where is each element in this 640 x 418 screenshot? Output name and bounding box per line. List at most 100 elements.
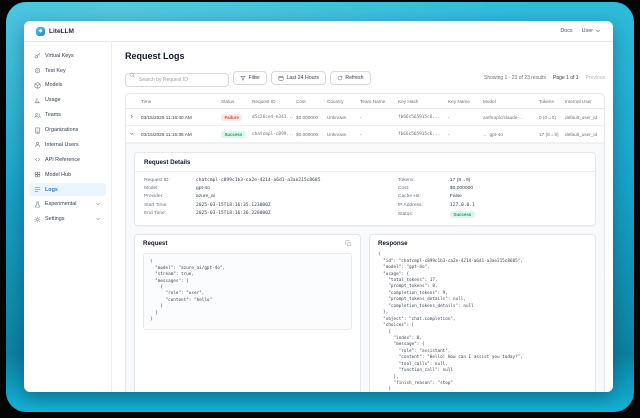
cube-icon [34, 82, 41, 89]
cell-model: gpt-4o [490, 132, 503, 137]
cell-internal-user: default_user_id [562, 109, 604, 126]
response-json-box: { "id": "chatcmpl-c899c1b3-ca2e-4214-a6d… [378, 251, 587, 392]
filter-button[interactable]: Filter [233, 71, 267, 85]
copy-icon[interactable] [345, 240, 352, 247]
previous-page-button[interactable]: Previous [586, 75, 605, 81]
detail-ip-address: 127.0.0.1 [450, 203, 475, 208]
detail-cache-hit: False [450, 194, 462, 199]
sidebar-item-label: Experimental [45, 201, 76, 207]
building-icon [34, 127, 41, 134]
detail-start-time: 2025-03-15T18:16:35.123000Z [196, 203, 271, 208]
refresh-button-label: Refresh [345, 75, 363, 81]
refresh-icon [337, 75, 343, 81]
chevron-down-icon[interactable] [129, 131, 135, 137]
sidebar-item-models[interactable]: Models [29, 79, 106, 92]
response-panel: Response { "id": "chatcmpl-c899c1b3-ca2e… [369, 234, 596, 392]
detail-end-time: 2025-03-15T18:16:36.228000Z [196, 211, 271, 216]
code-icon [34, 156, 41, 163]
cell-key-hash: fb66c565915c6... [395, 109, 445, 126]
logs-table-card: Time Status Request ID Cost Country Team… [125, 93, 605, 392]
request-json: { "model": "azure_ai/gpt-4o", "stream": … [150, 259, 345, 323]
target-icon [34, 67, 41, 74]
grid-icon [34, 171, 41, 178]
request-panel-title: Request [143, 240, 167, 247]
col-team-name: Team Name [357, 94, 395, 109]
detail-label: IP Address: [398, 203, 450, 208]
detail-tokens: 17 (8→9) [450, 178, 470, 183]
detail-label: Cost: [398, 186, 450, 191]
sidebar-item-experimental[interactable]: Experimental [29, 198, 106, 211]
sidebar-item-model-hub[interactable]: Model Hub [29, 168, 106, 181]
detail-model: gpt-4o [196, 186, 210, 191]
col-cost: Cost [293, 94, 324, 109]
sidebar-item-test-key[interactable]: Test Key [29, 64, 106, 77]
user-menu-label: User [582, 28, 593, 34]
detail-label: Request ID: [144, 178, 196, 183]
sidebar-item-organizations[interactable]: Organizations [29, 123, 106, 136]
controls-row: Filter Last 24 Hours Refresh Showing 1 -… [125, 68, 605, 87]
detail-cost: $0.000000 [450, 186, 473, 191]
table-row[interactable]: 03/15/2025 11:16:40 AM Failure d5c26ce4-… [126, 109, 604, 126]
expanded-row-details: Request Details Request ID:chatcmpl-c899… [126, 143, 604, 392]
sidebar-item-label: Logs [45, 187, 58, 193]
request-details-title: Request Details [135, 153, 595, 172]
search-icon [129, 72, 135, 78]
cell-tokens: 17 (8→9) [536, 126, 562, 143]
docs-link[interactable]: Docs [560, 28, 572, 34]
sidebar-item-teams[interactable]: Teams [29, 109, 106, 122]
logs-list-icon [34, 186, 41, 193]
chevron-right-icon[interactable] [129, 114, 135, 120]
sidebar: Virtual Keys Test Key Models Usage Teams [24, 42, 112, 392]
cell-country: Unknown [324, 126, 357, 143]
sidebar-item-label: Models [45, 82, 62, 88]
cell-team-name: - [357, 109, 395, 126]
col-country: Country [324, 94, 357, 109]
sidebar-item-label: Test Key [45, 68, 66, 74]
status-badge: Failure [221, 114, 242, 121]
cell-request-id: d5c26ce4-e343... [249, 109, 293, 126]
logs-table: Time Status Request ID Cost Country Team… [126, 94, 604, 143]
chevron-down-icon [595, 28, 601, 34]
col-request-id: Request ID [249, 94, 293, 109]
sidebar-item-usage[interactable]: Usage [29, 94, 106, 107]
response-json: { "id": "chatcmpl-c899c1b3-ca2e-4214-a6d… [378, 252, 587, 392]
sidebar-item-logs[interactable]: Logs [29, 183, 106, 196]
detail-status-badge: Success [450, 211, 475, 218]
chevron-down-icon [95, 201, 101, 207]
flask-icon [34, 201, 41, 208]
col-model: Model [480, 94, 536, 109]
request-details-card: Request Details Request ID:chatcmpl-c899… [134, 152, 596, 226]
search-input[interactable] [125, 73, 229, 87]
sidebar-item-internal-users[interactable]: Internal Users [29, 138, 106, 151]
bar-chart-icon [34, 97, 41, 104]
status-badge: Success [221, 131, 246, 138]
cell-tokens: 0 (0→0) [536, 109, 562, 126]
sidebar-item-label: Settings [45, 216, 64, 222]
cell-key-name: - [445, 109, 480, 126]
sidebar-item-label: Teams [45, 112, 61, 118]
calendar-icon [278, 75, 284, 81]
sidebar-item-label: Organizations [45, 127, 78, 133]
col-status: Status [218, 94, 249, 109]
sidebar-item-api-reference[interactable]: API Reference [29, 153, 106, 166]
table-header-row: Time Status Request ID Cost Country Team… [126, 94, 604, 109]
main-content: Request Logs Filter Last 24 Hours [112, 42, 613, 392]
sidebar-item-virtual-keys[interactable]: Virtual Keys [29, 49, 106, 62]
response-panel-title: Response [378, 240, 408, 247]
table-row[interactable]: 03/15/2025 11:16:35 AM Success chatcmpl-… [126, 126, 604, 143]
time-range-button-label: Last 24 Hours [287, 75, 319, 81]
sidebar-item-settings[interactable]: Settings [29, 213, 106, 226]
cell-request-id: chatcmpl-c899... [249, 126, 293, 143]
user-menu[interactable]: User [582, 28, 601, 34]
filter-funnel-icon [240, 75, 246, 81]
detail-label: Start Time: [144, 203, 196, 208]
brand-name: LiteLLM [49, 28, 74, 35]
detail-label: Status: [398, 212, 450, 217]
cell-cost: $0.000000 [293, 126, 324, 143]
detail-label: Cache Hit: [398, 194, 450, 199]
refresh-button[interactable]: Refresh [330, 71, 371, 85]
request-panel: Request { "model": "azure_ai/gpt-4o", "s… [134, 234, 361, 392]
cell-country: Unknown [324, 109, 357, 126]
time-range-button[interactable]: Last 24 Hours [271, 71, 326, 85]
litellm-app-window: ◆ LiteLLM Docs User Virtual Keys [24, 21, 613, 392]
